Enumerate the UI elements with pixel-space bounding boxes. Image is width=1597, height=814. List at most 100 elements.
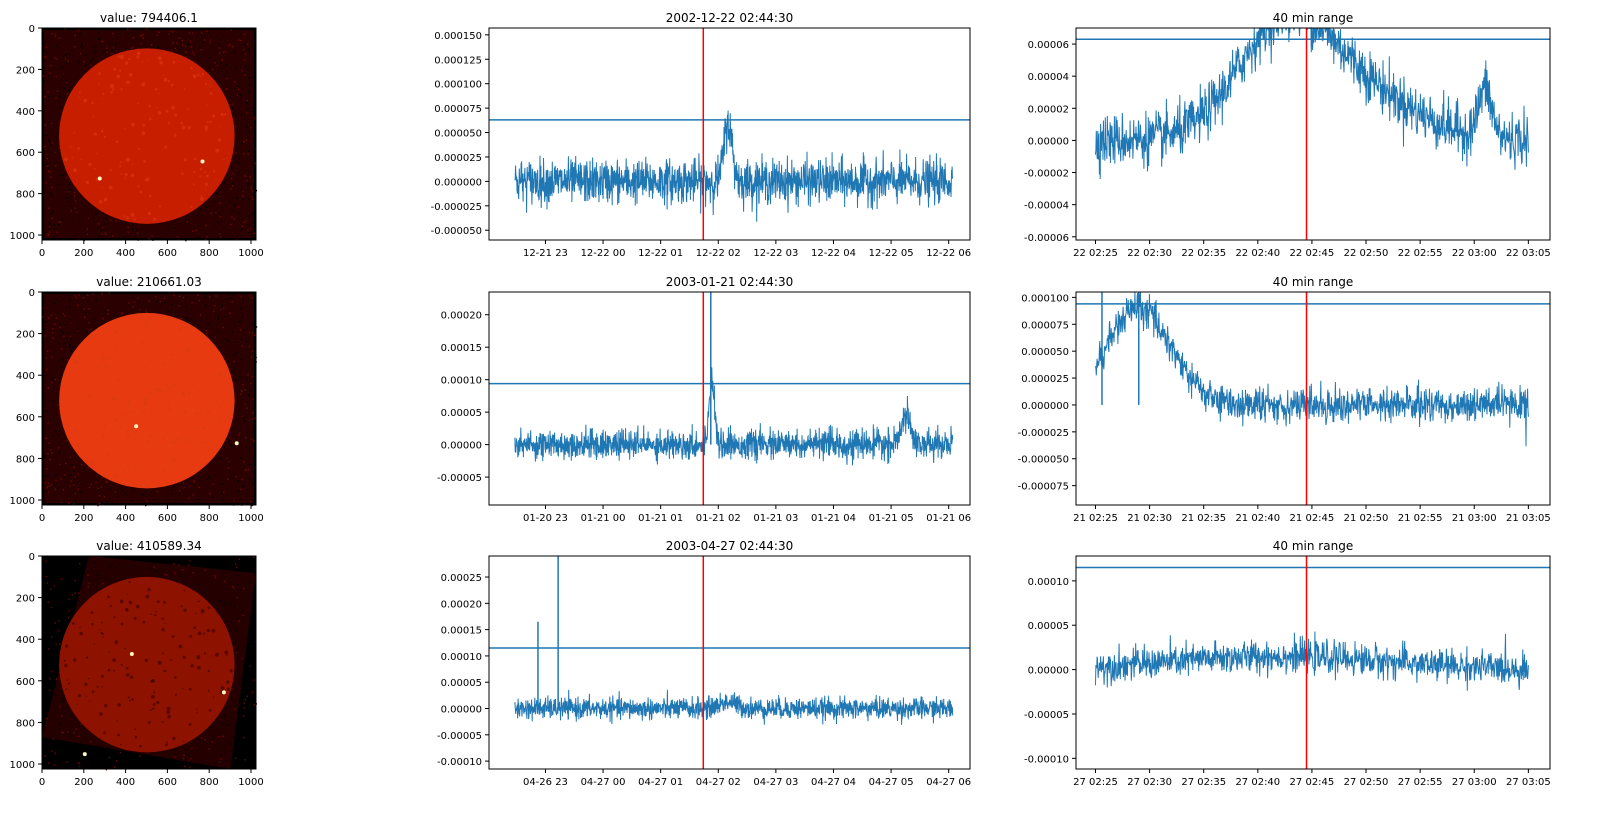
zoom-ytick-label: 0.00005 xyxy=(1028,621,1069,632)
disk-texture xyxy=(101,674,105,678)
image-speckle xyxy=(77,592,80,594)
disk-texture xyxy=(96,685,99,688)
disk-texture xyxy=(144,658,148,663)
disk-texture xyxy=(226,680,230,684)
zoom-ytick-label: -0.00010 xyxy=(1024,754,1069,765)
disk-texture xyxy=(70,398,74,402)
zoom-ytick-label: -0.00005 xyxy=(1024,710,1069,721)
disk-texture xyxy=(128,72,133,77)
disk-texture xyxy=(154,88,158,91)
image-speckle xyxy=(248,394,250,397)
image-speckle xyxy=(52,328,54,330)
image-speckle xyxy=(43,56,46,58)
disk-texture xyxy=(141,471,143,474)
image-speckle xyxy=(234,699,236,701)
disk-texture xyxy=(215,148,220,153)
image-speckle xyxy=(48,231,51,233)
image-speckle xyxy=(239,94,242,96)
image-speckle xyxy=(83,308,85,310)
disk-texture xyxy=(109,604,113,608)
image-speckle xyxy=(81,308,83,311)
disk-texture xyxy=(142,352,144,354)
image-speckle xyxy=(253,117,256,119)
image-speckle xyxy=(92,293,94,295)
image-speckle xyxy=(114,28,116,31)
image-speckle xyxy=(61,348,63,350)
image-speckle xyxy=(207,332,209,334)
image-speckle xyxy=(47,422,49,424)
image-speckle xyxy=(172,31,174,33)
image-speckle xyxy=(74,592,76,594)
image-speckle xyxy=(64,314,66,317)
image-speckle xyxy=(226,760,229,762)
disk-texture xyxy=(130,173,135,178)
image-speckle xyxy=(251,418,253,421)
image-speckle xyxy=(166,574,168,576)
zoom-xtick-label: 21 02:35 xyxy=(1181,513,1226,524)
image-speckle xyxy=(78,765,81,768)
image-speckle xyxy=(169,30,172,33)
image-speckle xyxy=(243,59,246,61)
disk-texture xyxy=(157,482,160,486)
image-speckle xyxy=(241,317,243,320)
disk-texture xyxy=(145,484,149,487)
disk-texture xyxy=(76,356,80,360)
disk-texture xyxy=(83,98,88,103)
image-speckle xyxy=(46,52,48,54)
image-speckle xyxy=(238,432,241,434)
image-speckle xyxy=(244,699,246,701)
image-speckle xyxy=(73,191,76,194)
day-xtick-label: 04-27 05 xyxy=(869,777,914,788)
disk-texture xyxy=(186,438,190,442)
image-speckle xyxy=(244,403,246,405)
image-speckle xyxy=(79,479,81,481)
disk-texture xyxy=(183,410,187,414)
image-speckle xyxy=(231,565,234,567)
image-speckle xyxy=(120,36,122,39)
image-speckle xyxy=(131,500,133,502)
image-speckle xyxy=(210,726,212,728)
image-speckle xyxy=(218,221,220,224)
disk-texture xyxy=(91,622,94,626)
disk-texture xyxy=(153,691,156,694)
image-speckle xyxy=(150,491,152,493)
image-speckle xyxy=(44,755,46,757)
image-speckle xyxy=(188,485,191,488)
image-speckle xyxy=(53,224,56,226)
image-speckle xyxy=(234,708,236,711)
image-speckle xyxy=(77,473,79,475)
image-speckle xyxy=(107,309,109,311)
disk-texture xyxy=(125,666,129,670)
image-speckle xyxy=(159,756,161,759)
day-plot-title: 2003-04-27 02:44:30 xyxy=(666,539,793,553)
image-speckle xyxy=(197,502,199,504)
image-speckle xyxy=(56,90,59,92)
image-speckle xyxy=(223,767,225,769)
image-speckle xyxy=(247,183,250,185)
image-speckle xyxy=(62,332,64,334)
day-xtick-label: 01-21 04 xyxy=(811,513,856,524)
image-speckle xyxy=(65,82,68,84)
image-speckle xyxy=(92,321,94,323)
image-speckle xyxy=(47,165,49,167)
image-speckle xyxy=(230,603,232,605)
day-ytick-label: -0.00005 xyxy=(437,473,482,484)
image-speckle xyxy=(71,208,74,210)
image-speckle xyxy=(245,126,248,128)
image-speckle xyxy=(141,494,144,496)
day-xtick-label: 04-27 00 xyxy=(581,777,626,788)
image-speckle xyxy=(251,111,253,113)
image-speckle xyxy=(225,602,227,604)
image-speckle xyxy=(58,310,60,313)
image-speckle xyxy=(207,323,209,325)
image-speckle xyxy=(50,176,52,178)
disk-texture xyxy=(109,169,112,172)
day-xtick-label: 01-21 06 xyxy=(926,513,971,524)
disk-texture xyxy=(131,122,135,127)
image-speckle xyxy=(221,59,223,61)
disk-texture xyxy=(74,360,79,364)
image-speckle xyxy=(205,293,207,296)
image-speckle xyxy=(218,466,221,468)
image-speckle xyxy=(237,480,239,482)
disk-texture xyxy=(176,375,179,378)
